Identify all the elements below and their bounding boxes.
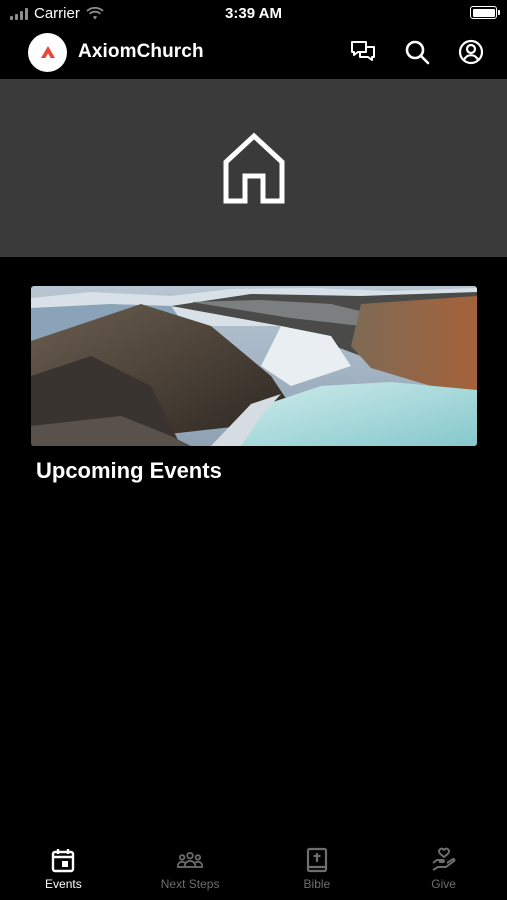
event-card-image[interactable] [31, 286, 477, 446]
app-title: AxiomChurch [78, 41, 204, 62]
tab-label: Events [45, 877, 82, 891]
status-time: 3:39 AM [225, 5, 282, 22]
tab-label: Bible [303, 877, 331, 891]
tab-bar: Events Next Steps Bible Give [0, 838, 507, 900]
search-icon[interactable] [403, 38, 431, 66]
home-icon [223, 132, 284, 204]
app-header: AxiomChurch [0, 26, 507, 78]
calendar-icon [52, 849, 75, 873]
header-actions [349, 38, 485, 66]
people-icon [177, 851, 204, 868]
profile-icon[interactable] [457, 38, 485, 66]
app-logo[interactable] [28, 32, 67, 72]
upcoming-events-title: Upcoming Events [36, 458, 222, 483]
battery-icon [470, 6, 500, 19]
brand-logo-icon [40, 46, 55, 58]
status-bar: Carrier 3:39 AM [0, 0, 507, 26]
tab-events[interactable]: Events [0, 838, 127, 900]
tab-next-steps[interactable]: Next Steps [127, 838, 254, 900]
give-icon [432, 847, 456, 871]
tab-bible[interactable]: Bible [254, 838, 381, 900]
hero-banner[interactable] [0, 79, 507, 257]
chat-icon[interactable] [349, 38, 377, 66]
bible-icon [306, 847, 327, 873]
crater-lake-image [31, 286, 477, 446]
tab-give[interactable]: Give [380, 838, 507, 900]
tab-label: Next Steps [160, 877, 220, 891]
tab-label: Give [431, 877, 456, 891]
